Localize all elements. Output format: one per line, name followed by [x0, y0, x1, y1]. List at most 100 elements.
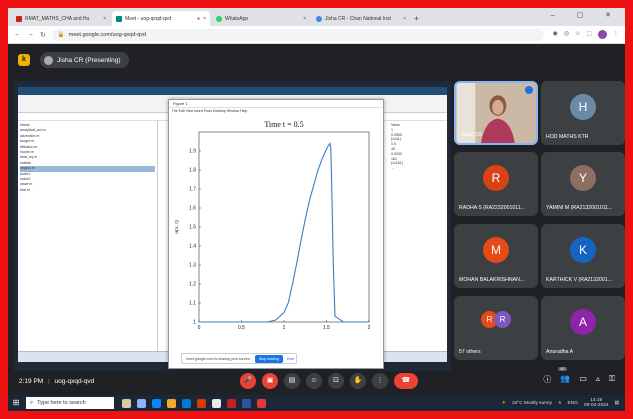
- x-tick-label: 1.5: [323, 325, 330, 331]
- tray-up-icon[interactable]: ∧: [558, 401, 562, 406]
- browser-tab-active[interactable]: Meet - uog-qxqd-qvd ● ×: [112, 11, 210, 26]
- figure-window: Figure 1 File Edit View Insert Tools Des…: [168, 99, 384, 369]
- profile-avatar[interactable]: [598, 30, 607, 39]
- participant-avatar: A: [570, 309, 596, 335]
- windows-start-icon[interactable]: ⊞: [8, 395, 24, 411]
- x-tick-label: 0: [198, 325, 201, 331]
- recording-dot-icon: ●: [197, 15, 201, 22]
- pdf-icon[interactable]: [257, 398, 266, 408]
- store-icon[interactable]: [182, 398, 191, 408]
- search-icon: ⌕: [30, 399, 34, 406]
- participant-tile[interactable]: K KARTHICK V (RA2132001...: [541, 224, 625, 288]
- y-axis-label: u(x, t): [173, 220, 180, 234]
- forward-icon[interactable]: →: [27, 31, 34, 38]
- host-controls-button[interactable]: ⚿: [609, 374, 615, 385]
- others-tile[interactable]: R R 57 others: [454, 296, 538, 360]
- people-button[interactable]: 40 👥: [558, 367, 570, 385]
- participant-name: YAMINI M (RA2132001011...: [546, 205, 613, 211]
- address-bar: ← → ↻ 🔒 meet.google.com/uog-qxqd-qvd ◉ ◎…: [8, 26, 625, 44]
- y-tick-label: 1.9: [189, 149, 196, 155]
- chrome-icon[interactable]: [212, 398, 221, 408]
- mic-off-button[interactable]: 🎤: [240, 373, 256, 389]
- close-icon[interactable]: ×: [203, 16, 206, 22]
- back-icon[interactable]: ←: [14, 31, 21, 38]
- app-icon[interactable]: [227, 398, 236, 408]
- more-options-button[interactable]: ⋮: [372, 373, 388, 389]
- close-icon[interactable]: ×: [103, 16, 106, 22]
- extensions-icon[interactable]: ⬚: [586, 30, 592, 39]
- meet-control-bar: 2:19 PM | uog-qxqd-qvd 🎤 ▣ ▤ ☺ ⊡ ✋ ⋮ ☎ ⓘ…: [8, 367, 625, 393]
- screen-frame: RMAT_MATHS_CHA and Hu × Meet - uog-qxqd-…: [8, 8, 625, 411]
- lang-indicator: ENG: [567, 400, 578, 406]
- notification-icon[interactable]: ▤: [614, 401, 619, 406]
- window-controls[interactable]: – ▢ ✕: [551, 11, 621, 19]
- raise-hand-button[interactable]: ✋: [350, 373, 366, 389]
- close-icon[interactable]: ×: [403, 16, 406, 22]
- current-folder-panel: Name analytical_sol.m advection.m burger.m d…: [18, 121, 158, 351]
- info-button[interactable]: ⓘ: [543, 374, 551, 385]
- mic-permission-icon[interactable]: ◎: [564, 30, 569, 39]
- url-input[interactable]: 🔒 meet.google.com/uog-qxqd-qvd: [51, 28, 545, 41]
- reload-icon[interactable]: ↻: [40, 31, 46, 39]
- taskbar-search-input[interactable]: ⌕ Type here to search: [26, 397, 114, 409]
- y-tick-label: 1.4: [189, 244, 196, 250]
- participant-tile[interactable]: M MOHAN BALAKRISHNAN...: [454, 224, 538, 288]
- browser-tab[interactable]: WhatsApp ×: [212, 11, 310, 26]
- remote-desktop: Name analytical_sol.m advection.m burger.m d…: [18, 87, 447, 369]
- close-icon[interactable]: ×: [303, 16, 306, 22]
- participant-tile[interactable]: Y YAMINI M (RA2132001011...: [541, 152, 625, 216]
- camera-off-button[interactable]: ▣: [262, 373, 278, 389]
- screen-share-notice: meet.google.com is sharing your screen. …: [181, 353, 298, 364]
- presenter-avatar-small: [44, 55, 53, 65]
- participant-avatar: R: [483, 165, 509, 191]
- word-icon[interactable]: [242, 398, 251, 408]
- speaking-indicator-icon: [525, 86, 533, 94]
- browser-tab[interactable]: RMAT_MATHS_CHA and Hu ×: [12, 11, 110, 26]
- y-tick-label: 1.3: [189, 263, 196, 269]
- participant-tile[interactable]: R RADHA S (RA2232001011...: [454, 152, 538, 216]
- camera-permission-icon[interactable]: ◉: [552, 30, 557, 39]
- leave-call-button[interactable]: ☎: [394, 373, 418, 389]
- toolbar-icons: ◉ ◎ ☆ ⬚ ⋮: [552, 30, 619, 39]
- office-icon[interactable]: [197, 398, 206, 408]
- presenting-chip[interactable]: Jisha CR (Presenting): [40, 52, 129, 68]
- file-row[interactable]: trial.m: [20, 188, 155, 193]
- captions-button[interactable]: ▤: [284, 373, 300, 389]
- tab-label: RMAT_MATHS_CHA and Hu: [25, 15, 90, 22]
- mini-avatar: R: [494, 311, 511, 328]
- participant-tile[interactable]: A Anuradha A: [541, 296, 625, 360]
- file-explorer-icon[interactable]: [167, 398, 176, 408]
- figure-title-bar: Figure 1: [169, 100, 383, 108]
- meet-favicon-icon: [116, 15, 122, 22]
- presenter-avatar: k: [18, 54, 30, 66]
- menu-dots-icon[interactable]: ⋮: [613, 30, 619, 39]
- emoji-button[interactable]: ☺: [306, 373, 322, 389]
- participant-avatar: M: [483, 237, 509, 263]
- meeting-code: uog-qxqd-qvd: [54, 378, 95, 385]
- y-tick-label: 1.1: [189, 301, 196, 307]
- participant-tile[interactable]: H HOD MATHS KTR: [541, 81, 625, 145]
- tab-favicon-icon: [16, 15, 22, 22]
- tab-label: Meet - uog-qxqd-qvd: [125, 15, 172, 22]
- clock[interactable]: 14:19 08-04-2024: [584, 398, 609, 408]
- participant-name: Jisha CR: [461, 132, 483, 138]
- activities-button[interactable]: ▵: [596, 374, 600, 385]
- stop-sharing-button[interactable]: Stop sharing: [254, 354, 283, 363]
- chat-button[interactable]: ▭: [579, 374, 587, 385]
- participant-avatar: K: [570, 237, 596, 263]
- task-view-icon[interactable]: [137, 398, 146, 408]
- participant-tile-jisha[interactable]: Jisha CR: [454, 81, 538, 145]
- new-tab-icon[interactable]: +: [414, 11, 419, 26]
- tab-label: Jisha CR - Chan National Inst: [325, 15, 391, 22]
- share-notice-text: meet.google.com is sharing your screen.: [186, 356, 251, 361]
- bookmark-star-icon[interactable]: ☆: [575, 30, 580, 39]
- hide-button[interactable]: Hide: [287, 357, 294, 361]
- search-placeholder: Type here to search: [37, 400, 86, 406]
- participant-name: HOD MATHS KTR: [546, 134, 589, 140]
- taskbar-apps: [122, 398, 266, 408]
- cortana-icon[interactable]: [122, 398, 131, 408]
- browser-tab[interactable]: Jisha CR - Chan National Inst ×: [312, 11, 410, 26]
- windows-taskbar: ⊞ ⌕ Type here to search ☀ 34°C Mostly su…: [8, 395, 625, 411]
- present-button[interactable]: ⊡: [328, 373, 344, 389]
- edge-icon[interactable]: [152, 398, 161, 408]
